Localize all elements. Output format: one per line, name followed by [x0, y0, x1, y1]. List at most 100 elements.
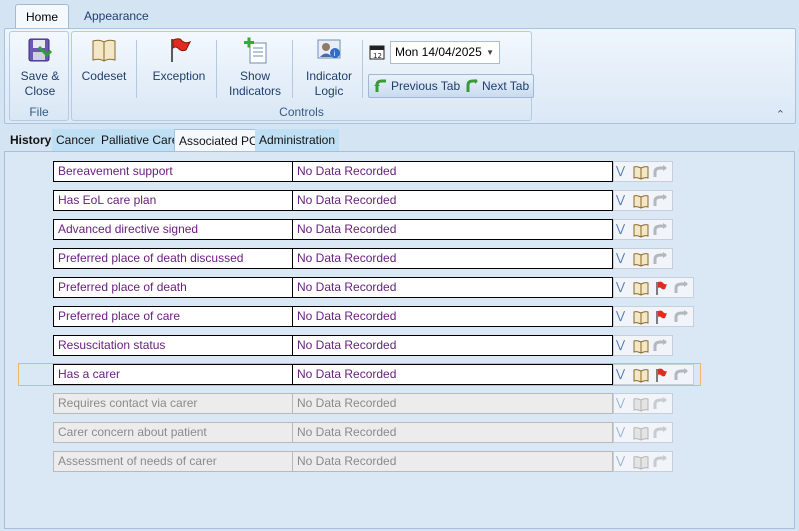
expand-chevron-icon[interactable]: ⋁: [616, 366, 625, 382]
undo-arrow-icon: [653, 455, 667, 467]
table-row[interactable]: Preferred place of death No Data Recorde…: [53, 277, 699, 298]
codeset-button[interactable]: Codeset: [78, 35, 130, 105]
row-value[interactable]: No Data Recorded: [292, 161, 613, 182]
book-icon[interactable]: [633, 309, 649, 325]
tab-palliative-care[interactable]: Palliative Care: [97, 129, 183, 151]
expand-chevron-icon[interactable]: ⋁: [616, 192, 625, 208]
row-label: Advanced directive signed: [53, 219, 293, 240]
flag-icon[interactable]: [653, 280, 669, 296]
forward-arrow-icon: [466, 79, 478, 92]
tab-home[interactable]: Home: [15, 4, 70, 29]
content-panel: Bereavement support No Data Recorded ⋁ H…: [4, 151, 795, 529]
row-value[interactable]: No Data Recorded: [292, 306, 613, 327]
expand-chevron-icon: ⋁: [616, 397, 626, 409]
show-indicators-label-2: Indicators: [228, 84, 282, 98]
book-icon[interactable]: [633, 280, 649, 296]
show-indicators-label-1: Show: [239, 69, 271, 83]
expand-chevron-icon[interactable]: ⋁: [616, 279, 625, 295]
expand-chevron-icon[interactable]: ⋁: [616, 308, 625, 324]
exception-button[interactable]: Exception: [146, 35, 212, 105]
row-label: Carer concern about patient: [53, 422, 293, 443]
row-actions: ⋁: [613, 451, 673, 472]
save-close-label-1: Save &: [20, 69, 60, 83]
undo-arrow-icon[interactable]: [652, 193, 668, 209]
table-row[interactable]: Advanced directive signed No Data Record…: [53, 219, 699, 240]
table-row: Requires contact via carer No Data Recor…: [53, 393, 699, 414]
row-value: No Data Recorded: [292, 393, 613, 414]
undo-arrow-icon[interactable]: [673, 309, 689, 325]
row-value: No Data Recorded: [292, 451, 613, 472]
book-icon[interactable]: [633, 251, 649, 267]
row-value[interactable]: No Data Recorded: [292, 364, 613, 385]
expand-chevron-icon[interactable]: ⋁: [616, 337, 625, 353]
row-value: No Data Recorded: [292, 422, 613, 443]
row-value[interactable]: No Data Recorded: [292, 190, 613, 211]
table-row[interactable]: Preferred place of care No Data Recorded…: [53, 306, 699, 327]
date-value: Mon 14/04/2025: [395, 45, 482, 59]
flag-icon[interactable]: [653, 367, 669, 383]
table-row[interactable]: Bereavement support No Data Recorded ⋁: [53, 161, 699, 182]
row-label: Preferred place of death: [53, 277, 293, 298]
chevron-down-icon[interactable]: ▼: [486, 42, 494, 63]
expand-chevron-icon[interactable]: ⋁: [616, 163, 625, 179]
show-indicators-button[interactable]: Show Indicators: [222, 35, 288, 105]
row-actions: ⋁: [613, 219, 673, 240]
table-row[interactable]: Has EoL care plan No Data Recorded ⋁: [53, 190, 699, 211]
save-close-label-2: Close: [24, 84, 56, 98]
expand-chevron-icon[interactable]: ⋁: [616, 221, 625, 237]
table-row[interactable]: Has a carer No Data Recorded ⋁: [53, 364, 699, 385]
table-row[interactable]: Resuscitation status No Data Recorded ⋁: [53, 335, 699, 356]
row-label: Has a carer: [53, 364, 293, 385]
tab-administration[interactable]: Administration: [255, 129, 340, 151]
codeset-label: Codeset: [81, 69, 127, 83]
tab-cancer[interactable]: Cancer: [52, 129, 99, 151]
show-indicators-icon: [244, 37, 267, 64]
table-row: Assessment of needs of carer No Data Rec…: [53, 451, 699, 472]
previous-tab-button[interactable]: Previous Tab: [374, 78, 460, 95]
row-actions: ⋁: [613, 190, 673, 211]
expand-chevron-icon[interactable]: ⋁: [616, 250, 625, 266]
row-label: Requires contact via carer: [53, 393, 293, 414]
row-label: Assessment of needs of carer: [53, 451, 293, 472]
book-icon: [633, 427, 649, 441]
row-actions: ⋁: [613, 364, 694, 385]
tab-history[interactable]: History: [6, 129, 56, 151]
date-picker[interactable]: Mon 14/04/2025 ▼: [390, 41, 500, 64]
row-actions: ⋁: [613, 306, 694, 327]
book-icon[interactable]: [633, 367, 649, 383]
book-icon[interactable]: [633, 222, 649, 238]
book-icon[interactable]: [633, 338, 649, 354]
undo-arrow-icon[interactable]: [652, 338, 668, 354]
indicator-logic-button[interactable]: i Indicator Logic: [298, 35, 360, 105]
tab-navigation-bar: Previous Tab Next Tab: [368, 74, 534, 98]
tab-associated-pc[interactable]: Associated PC: [174, 129, 263, 151]
row-value[interactable]: No Data Recorded: [292, 277, 613, 298]
indicator-logic-label-2: Logic: [314, 84, 344, 98]
collapse-ribbon-icon[interactable]: ⌃: [776, 108, 785, 121]
undo-arrow-icon: [653, 397, 667, 409]
undo-arrow-icon[interactable]: [652, 222, 668, 238]
undo-arrow-icon[interactable]: [673, 280, 689, 296]
book-icon: [633, 398, 649, 412]
undo-arrow-icon[interactable]: [652, 251, 668, 267]
table-row[interactable]: Preferred place of death discussed No Da…: [53, 248, 699, 269]
book-icon[interactable]: [633, 164, 649, 180]
undo-arrow-icon[interactable]: [673, 367, 689, 383]
flag-icon[interactable]: [653, 309, 669, 325]
calendar-icon[interactable]: 12: [369, 44, 385, 60]
back-arrow-icon: [374, 79, 386, 92]
undo-arrow-icon[interactable]: [652, 164, 668, 180]
save-close-button[interactable]: Save & Close: [14, 35, 66, 105]
controls-group-label: Controls: [279, 105, 324, 119]
indicator-logic-label-1: Indicator: [305, 69, 353, 83]
row-actions: ⋁: [613, 161, 673, 182]
expand-chevron-icon: ⋁: [616, 455, 626, 467]
tab-appearance[interactable]: Appearance: [74, 4, 159, 29]
row-label: Resuscitation status: [53, 335, 293, 356]
next-tab-button[interactable]: Next Tab: [465, 78, 529, 95]
row-value[interactable]: No Data Recorded: [292, 248, 613, 269]
book-icon[interactable]: [633, 193, 649, 209]
row-value[interactable]: No Data Recorded: [292, 335, 613, 356]
separator: [362, 40, 363, 98]
row-value[interactable]: No Data Recorded: [292, 219, 613, 240]
